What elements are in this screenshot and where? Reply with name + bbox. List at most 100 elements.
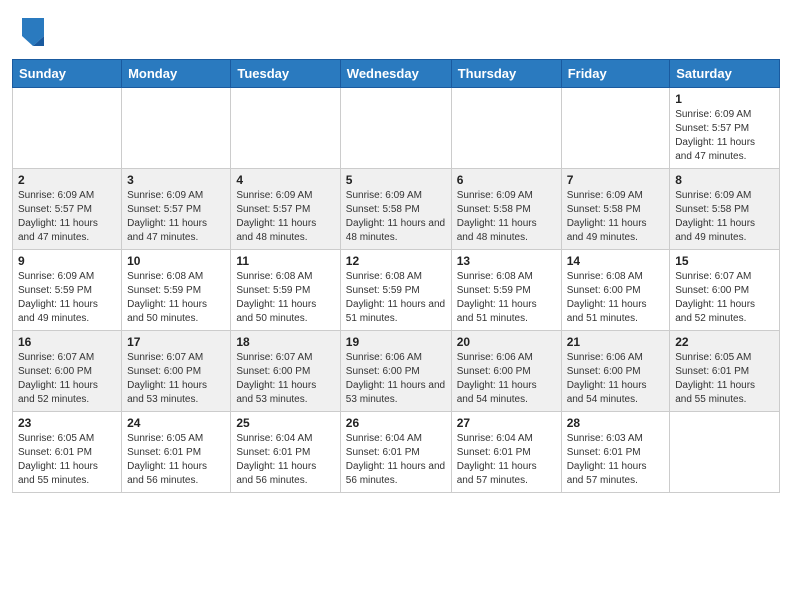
page: SundayMondayTuesdayWednesdayThursdayFrid… (0, 0, 792, 612)
day-number: 13 (457, 254, 556, 268)
day-cell: 28 Sunrise: 6:03 AMSunset: 6:01 PMDayligh… (561, 412, 670, 493)
day-cell: 7 Sunrise: 6:09 AMSunset: 5:58 PMDaylight… (561, 169, 670, 250)
day-info: Sunrise: 6:09 AMSunset: 5:57 PMDaylight:… (675, 108, 774, 164)
week-row-3: 9 Sunrise: 6:09 AMSunset: 5:59 PMDaylight… (13, 250, 780, 331)
day-info: Sunrise: 6:04 AMSunset: 6:01 PMDaylight:… (346, 432, 446, 488)
day-info: Sunrise: 6:09 AMSunset: 5:57 PMDaylight:… (236, 189, 334, 245)
day-info: Sunrise: 6:05 AMSunset: 6:01 PMDaylight:… (127, 432, 225, 488)
day-number: 14 (567, 254, 665, 268)
day-number: 9 (18, 254, 116, 268)
day-info: Sunrise: 6:06 AMSunset: 6:00 PMDaylight:… (567, 351, 665, 407)
weekday-header-monday: Monday (122, 60, 231, 88)
day-number: 5 (346, 173, 446, 187)
day-number: 1 (675, 92, 774, 106)
day-info: Sunrise: 6:09 AMSunset: 5:57 PMDaylight:… (127, 189, 225, 245)
day-cell: 27 Sunrise: 6:04 AMSunset: 6:01 PMDayligh… (451, 412, 561, 493)
logo-icon (22, 18, 44, 46)
day-cell: 17 Sunrise: 6:07 AMSunset: 6:00 PMDayligh… (122, 331, 231, 412)
day-info: Sunrise: 6:09 AMSunset: 5:58 PMDaylight:… (567, 189, 665, 245)
day-info: Sunrise: 6:08 AMSunset: 5:59 PMDaylight:… (127, 270, 225, 326)
day-number: 3 (127, 173, 225, 187)
day-cell: 24 Sunrise: 6:05 AMSunset: 6:01 PMDayligh… (122, 412, 231, 493)
day-number: 27 (457, 416, 556, 430)
day-number: 24 (127, 416, 225, 430)
week-row-5: 23 Sunrise: 6:05 AMSunset: 6:01 PMDayligh… (13, 412, 780, 493)
weekday-header-row: SundayMondayTuesdayWednesdayThursdayFrid… (13, 60, 780, 88)
weekday-header-tuesday: Tuesday (231, 60, 340, 88)
day-number: 12 (346, 254, 446, 268)
day-number: 28 (567, 416, 665, 430)
day-info: Sunrise: 6:09 AMSunset: 5:58 PMDaylight:… (457, 189, 556, 245)
day-info: Sunrise: 6:04 AMSunset: 6:01 PMDaylight:… (457, 432, 556, 488)
day-cell (231, 88, 340, 169)
day-cell: 20 Sunrise: 6:06 AMSunset: 6:00 PMDayligh… (451, 331, 561, 412)
day-number: 11 (236, 254, 334, 268)
day-number: 23 (18, 416, 116, 430)
day-cell: 21 Sunrise: 6:06 AMSunset: 6:00 PMDayligh… (561, 331, 670, 412)
day-cell: 3 Sunrise: 6:09 AMSunset: 5:57 PMDaylight… (122, 169, 231, 250)
logo (20, 18, 48, 51)
day-cell: 15Sunrise: 6:07 AMSunset: 6:00 PMDayligh… (670, 250, 780, 331)
day-info: Sunrise: 6:07 AMSunset: 6:00 PMDaylight:… (18, 351, 116, 407)
day-info: Sunrise: 6:08 AMSunset: 5:59 PMDaylight:… (457, 270, 556, 326)
weekday-header-thursday: Thursday (451, 60, 561, 88)
day-cell: 26 Sunrise: 6:04 AMSunset: 6:01 PMDayligh… (340, 412, 451, 493)
day-info: Sunrise: 6:09 AMSunset: 5:57 PMDaylight:… (18, 189, 116, 245)
day-number: 15 (675, 254, 774, 268)
day-cell: 10Sunrise: 6:08 AMSunset: 5:59 PMDayligh… (122, 250, 231, 331)
day-info: Sunrise: 6:07 AMSunset: 6:00 PMDaylight:… (236, 351, 334, 407)
weekday-header-friday: Friday (561, 60, 670, 88)
day-cell: 5 Sunrise: 6:09 AMSunset: 5:58 PMDaylight… (340, 169, 451, 250)
day-number: 2 (18, 173, 116, 187)
day-cell: 16 Sunrise: 6:07 AMSunset: 6:00 PMDayligh… (13, 331, 122, 412)
day-number: 19 (346, 335, 446, 349)
day-info: Sunrise: 6:08 AMSunset: 6:00 PMDaylight:… (567, 270, 665, 326)
header (0, 0, 792, 59)
day-number: 8 (675, 173, 774, 187)
day-number: 16 (18, 335, 116, 349)
day-cell: 13 Sunrise: 6:08 AMSunset: 5:59 PMDayligh… (451, 250, 561, 331)
day-cell (670, 412, 780, 493)
day-cell (451, 88, 561, 169)
day-cell: 11 Sunrise: 6:08 AMSunset: 5:59 PMDayligh… (231, 250, 340, 331)
weekday-header-saturday: Saturday (670, 60, 780, 88)
day-cell: 8 Sunrise: 6:09 AMSunset: 5:58 PMDaylight… (670, 169, 780, 250)
day-number: 17 (127, 335, 225, 349)
week-row-1: 1 Sunrise: 6:09 AMSunset: 5:57 PMDaylight… (13, 88, 780, 169)
day-info: Sunrise: 6:03 AMSunset: 6:01 PMDaylight:… (567, 432, 665, 488)
day-cell: 18 Sunrise: 6:07 AMSunset: 6:00 PMDayligh… (231, 331, 340, 412)
day-number: 20 (457, 335, 556, 349)
day-info: Sunrise: 6:06 AMSunset: 6:00 PMDaylight:… (457, 351, 556, 407)
day-info: Sunrise: 6:08 AMSunset: 5:59 PMDaylight:… (346, 270, 446, 326)
day-info: Sunrise: 6:07 AMSunset: 6:00 PMDaylight:… (127, 351, 225, 407)
day-number: 4 (236, 173, 334, 187)
day-number: 7 (567, 173, 665, 187)
day-info: Sunrise: 6:09 AMSunset: 5:58 PMDaylight:… (346, 189, 446, 245)
day-info: Sunrise: 6:05 AMSunset: 6:01 PMDaylight:… (18, 432, 116, 488)
day-number: 22 (675, 335, 774, 349)
day-cell: 6 Sunrise: 6:09 AMSunset: 5:58 PMDaylight… (451, 169, 561, 250)
day-number: 6 (457, 173, 556, 187)
weekday-header-wednesday: Wednesday (340, 60, 451, 88)
calendar-table: SundayMondayTuesdayWednesdayThursdayFrid… (12, 59, 780, 493)
day-cell: 14 Sunrise: 6:08 AMSunset: 6:00 PMDayligh… (561, 250, 670, 331)
day-cell: 22Sunrise: 6:05 AMSunset: 6:01 PMDayligh… (670, 331, 780, 412)
day-number: 21 (567, 335, 665, 349)
day-cell: 12 Sunrise: 6:08 AMSunset: 5:59 PMDayligh… (340, 250, 451, 331)
day-number: 25 (236, 416, 334, 430)
day-info: Sunrise: 6:09 AMSunset: 5:58 PMDaylight:… (675, 189, 774, 245)
day-cell: 23 Sunrise: 6:05 AMSunset: 6:01 PMDayligh… (13, 412, 122, 493)
weekday-header-sunday: Sunday (13, 60, 122, 88)
day-info: Sunrise: 6:04 AMSunset: 6:01 PMDaylight:… (236, 432, 334, 488)
day-cell: 2 Sunrise: 6:09 AMSunset: 5:57 PMDaylight… (13, 169, 122, 250)
day-cell: 9 Sunrise: 6:09 AMSunset: 5:59 PMDaylight… (13, 250, 122, 331)
day-info: Sunrise: 6:08 AMSunset: 5:59 PMDaylight:… (236, 270, 334, 326)
day-info: Sunrise: 6:09 AMSunset: 5:59 PMDaylight:… (18, 270, 116, 326)
week-row-4: 16 Sunrise: 6:07 AMSunset: 6:00 PMDayligh… (13, 331, 780, 412)
day-number: 26 (346, 416, 446, 430)
day-info: Sunrise: 6:06 AMSunset: 6:00 PMDaylight:… (346, 351, 446, 407)
day-number: 18 (236, 335, 334, 349)
day-cell: 1 Sunrise: 6:09 AMSunset: 5:57 PMDaylight… (670, 88, 780, 169)
day-cell (340, 88, 451, 169)
day-cell: 19 Sunrise: 6:06 AMSunset: 6:00 PMDayligh… (340, 331, 451, 412)
